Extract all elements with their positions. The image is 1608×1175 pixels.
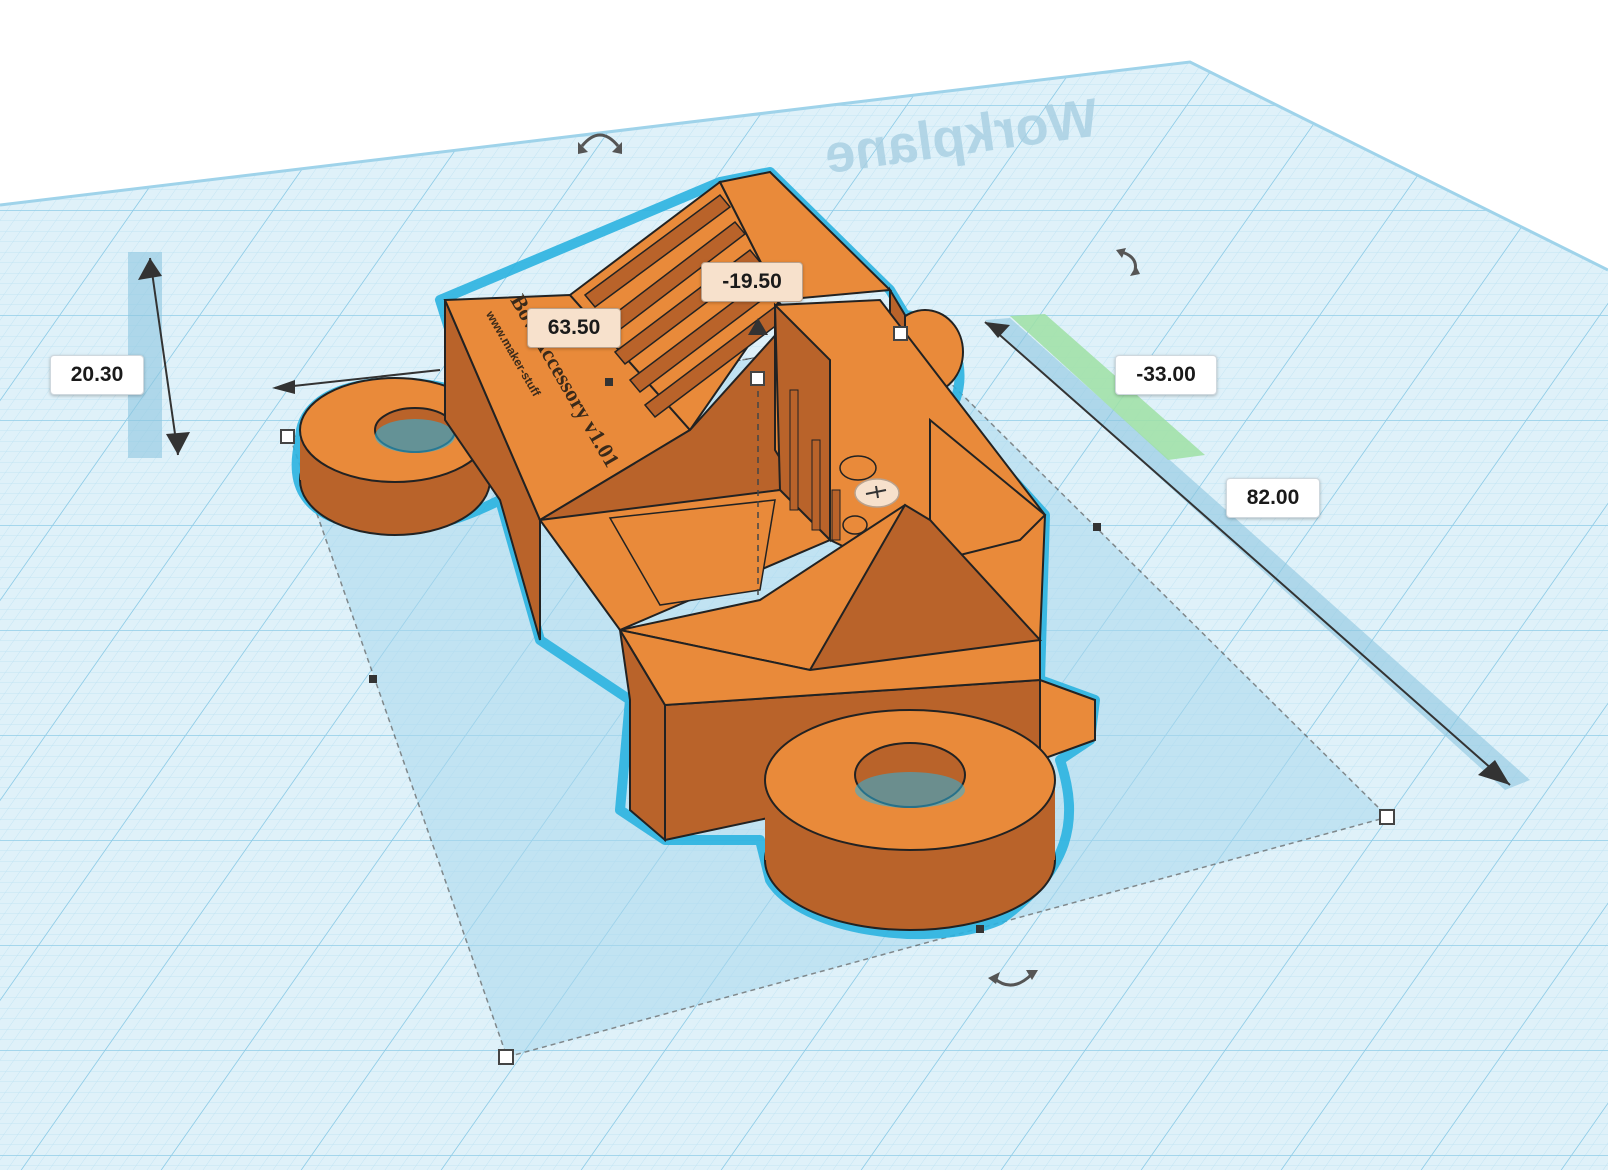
edge-handle[interactable]: [976, 925, 984, 933]
resize-handle-right[interactable]: [1379, 809, 1395, 825]
edge-handle[interactable]: [369, 675, 377, 683]
resize-handle-front[interactable]: [498, 1049, 514, 1065]
edge-handle[interactable]: [1093, 523, 1101, 531]
resize-handle-back[interactable]: [893, 326, 908, 341]
resize-handle-top[interactable]: [750, 371, 765, 386]
edge-handle[interactable]: [605, 378, 613, 386]
length-dimension-label[interactable]: 82.00: [1226, 478, 1320, 518]
center-badge-icon[interactable]: [854, 478, 900, 508]
width-dimension-label[interactable]: 63.50: [527, 308, 621, 348]
elevation-dimension-label[interactable]: -19.50: [701, 262, 803, 302]
front-mounting-lug[interactable]: [764, 709, 1056, 931]
resize-handle-left[interactable]: [280, 429, 295, 444]
height-dimension-label[interactable]: 20.30: [50, 355, 144, 395]
offset-dimension-label[interactable]: -33.00: [1115, 355, 1217, 395]
workplane-canvas[interactable]: Workplane Bow Accessory v1.01 www.maker-…: [0, 0, 1608, 1170]
3d-viewport[interactable]: Workplane Bow Accessory v1.01 www.maker-…: [0, 0, 1608, 1170]
